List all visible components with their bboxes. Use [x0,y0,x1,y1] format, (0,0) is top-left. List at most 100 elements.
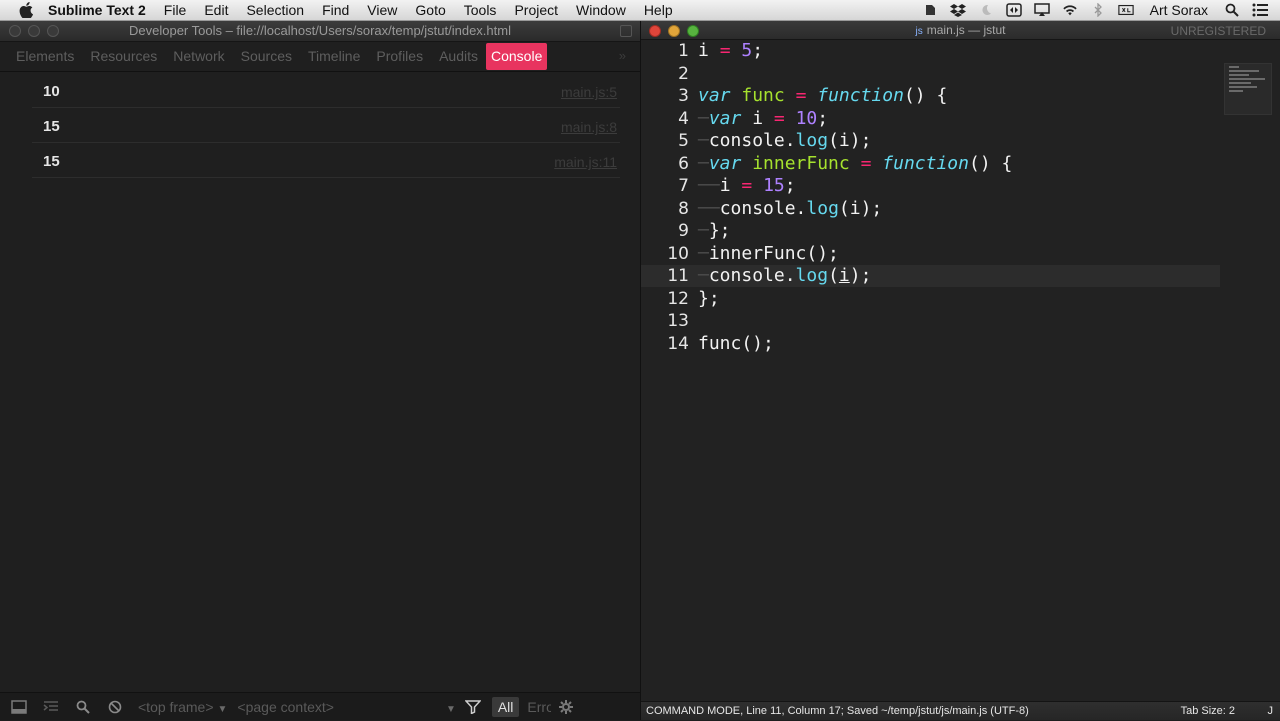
editor-title-text: main.js — jstut [926,23,1006,37]
filter-all-button[interactable]: All [491,696,520,717]
devtools-titlebar[interactable]: Developer Tools – file://localhost/Users… [0,21,640,42]
tab-elements[interactable]: Elements [8,43,82,70]
code-text: ─}; [698,220,731,241]
line-number: 4 [678,108,689,129]
user-name[interactable]: Art Sorax [1140,2,1218,18]
input-source-icon[interactable] [1117,2,1134,18]
code-line: 14 func(); [641,333,1220,355]
notification-center-icon[interactable] [1252,2,1268,18]
code-line: 1 i = 5; [641,40,1220,62]
filter-icon[interactable] [460,693,486,721]
code-line: 8 ──console.log(i); [641,198,1220,220]
frame-select[interactable]: <top frame> ▼ [138,699,227,715]
editor-titlebar[interactable]: js main.js — jstut UNREGISTERED [641,21,1280,40]
line-number: 7 [678,176,689,196]
code-text: i = 5; [698,40,764,61]
chevron-down-icon: ▼ [217,703,228,715]
js-file-icon: js [915,26,923,37]
show-console-icon[interactable] [38,693,64,721]
menu-help[interactable]: Help [635,0,682,21]
console-message-source-link[interactable]: main.js:8 [561,119,617,135]
code-text: }; [698,287,720,309]
code-editor[interactable]: 1 i = 5; 2 3 var func = function() { 4 ─var… [641,40,1280,695]
code-line: 12}; [641,288,1220,310]
line-number: 10 [667,243,689,264]
dropbox-icon[interactable] [949,2,966,18]
tab-network[interactable]: Network [165,43,232,70]
console-message-source-link[interactable]: main.js:11 [554,154,617,170]
dock-icon[interactable] [6,693,32,721]
menu-view[interactable]: View [358,0,406,21]
editor-scrollbar[interactable] [1274,63,1280,693]
code-text: ─console.log(i); [698,265,872,286]
evernote-icon[interactable] [922,2,938,18]
minimap[interactable] [1224,63,1272,115]
tab-timeline[interactable]: Timeline [300,43,368,70]
search-icon[interactable] [70,693,96,721]
menu-bar: Sublime Text 2 File Edit Selection Find … [0,0,1280,21]
menu-find[interactable]: Find [313,0,358,21]
console-message-source-link[interactable]: main.js:5 [561,84,617,100]
menu-file[interactable]: File [155,0,196,21]
line-number: 9 [678,221,689,241]
console-message: 15 main.js:8 [32,108,620,143]
tab-sources[interactable]: Sources [233,43,300,70]
apple-icon[interactable] [18,2,34,18]
line-number: 1 [678,41,689,61]
code-text: ─var i = 10; [698,107,829,129]
fullscreen-icon[interactable] [620,25,632,37]
line-number: 8 [678,198,689,219]
code-text: ─innerFunc(); [698,242,839,264]
tab-console[interactable]: Console [486,43,548,70]
airplay-icon[interactable] [1033,2,1050,18]
spotlight-search-icon[interactable] [1224,2,1240,18]
devtools-status-bar: <top frame>▼ <page context>▼ All Errors [0,692,640,720]
menu-edit[interactable]: Edit [195,0,237,21]
code-text: var func = function() { [698,85,948,106]
tab-size-selector[interactable]: Tab Size: 2 [1181,705,1235,717]
code-line: 13 [641,310,1220,332]
menu-app-name[interactable]: Sublime Text 2 [48,0,155,21]
filter-errors-button[interactable]: Errors [527,699,551,715]
console-message-value: 15 [43,118,60,135]
code-line: 4 ─var i = 10; [641,108,1220,130]
tab-resources[interactable]: Resources [82,43,165,70]
line-number: 13 [667,311,689,331]
console-output: 10 main.js:5 15 main.js:8 15 main.js:11 [0,73,640,685]
menu-project[interactable]: Project [505,0,567,21]
moon-icon[interactable] [978,2,994,18]
chevron-down-icon: ▼ [445,703,456,715]
code-text: ──console.log(i); [698,197,883,219]
context-select-value: <page context> [237,698,334,715]
tab-profiles[interactable]: Profiles [368,43,431,70]
devtools-window: Developer Tools – file://localhost/Users… [0,21,641,720]
console-message-value: 10 [43,83,60,100]
line-number: 3 [678,86,689,106]
more-tabs-icon[interactable]: » [619,48,626,63]
menu-selection[interactable]: Selection [237,0,313,21]
code-text: ─var innerFunc = function() { [698,152,1013,174]
gear-icon[interactable] [553,693,579,721]
context-select[interactable]: <page context> ▼ [237,699,455,715]
wifi-icon[interactable] [1062,2,1078,18]
code-line-current: 11 ─console.log(i); [641,265,1220,287]
menu-tools[interactable]: Tools [455,0,506,21]
backtrack-icon[interactable] [1005,2,1022,18]
tab-audits[interactable]: Audits [431,43,486,70]
frame-select-value: <top frame> [138,698,214,715]
line-number: 2 [678,63,689,84]
line-number: 11 [667,266,689,286]
code-line: 5 ─console.log(i); [641,130,1220,152]
code-line: 6 ─var innerFunc = function() { [641,153,1220,175]
menu-goto[interactable]: Goto [406,0,454,21]
status-message: COMMAND MODE, Line 11, Column 17; Saved … [646,705,1029,717]
code-text: ──i = 15; [698,175,796,196]
clear-console-icon[interactable] [102,693,128,721]
devtools-tab-bar: Elements Resources Network Sources Timel… [0,42,640,72]
menu-window[interactable]: Window [567,0,635,21]
syntax-selector[interactable]: J [1268,705,1274,717]
console-message: 15 main.js:11 [32,143,620,178]
code-text: func(); [698,332,774,354]
bluetooth-icon[interactable] [1090,2,1106,18]
console-message: 10 main.js:5 [32,73,620,108]
